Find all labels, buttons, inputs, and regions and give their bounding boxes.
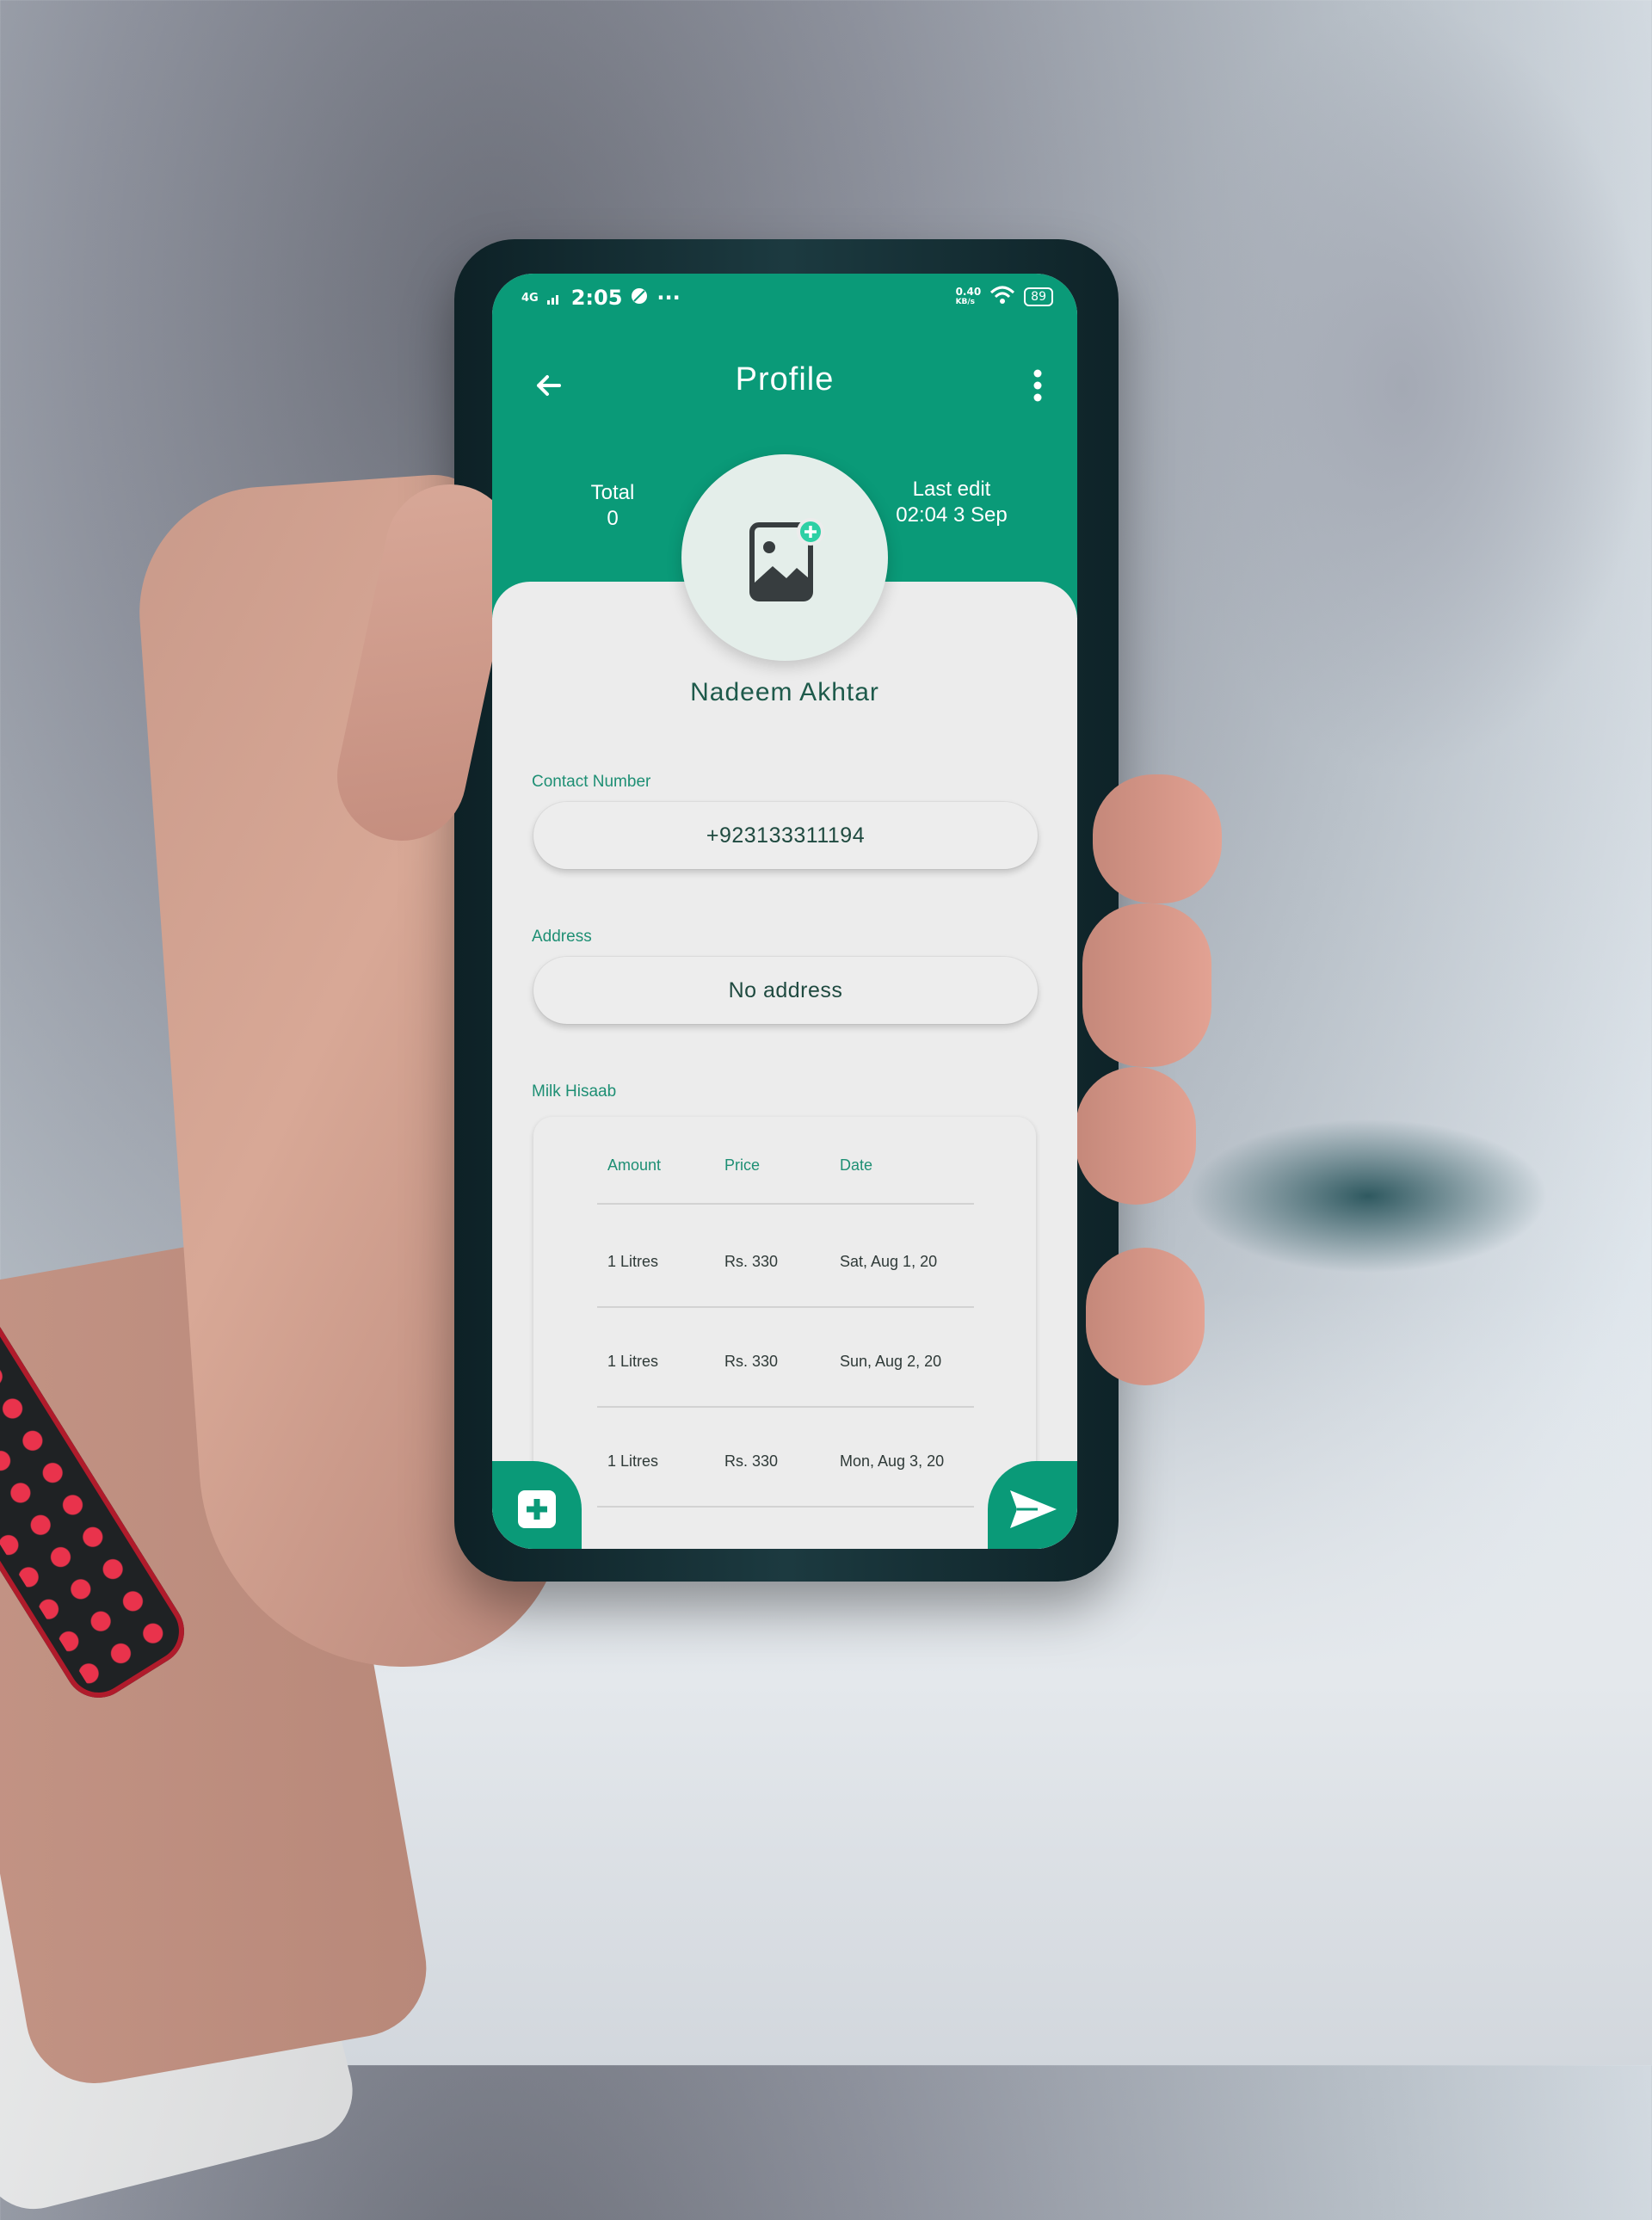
finger-4 (1086, 1248, 1205, 1385)
column-header-price: Price (724, 1156, 761, 1174)
battery-indicator: 89 (1024, 287, 1053, 306)
signal-icon (546, 286, 563, 310)
cell-amount: 1 Litres (607, 1253, 659, 1270)
more-vertical-icon (1033, 369, 1042, 402)
finger-2 (1082, 903, 1211, 1067)
milk-hisaab-label: Milk Hisaab (532, 1082, 617, 1101)
total-stat: Total 0 (544, 480, 681, 532)
table-divider (597, 1406, 974, 1408)
medical-plus-icon (518, 1490, 556, 1528)
table-divider (597, 1306, 974, 1308)
profile-photo-button[interactable] (681, 454, 888, 661)
table-divider (597, 1203, 974, 1205)
column-header-date: Date (840, 1156, 873, 1174)
net-speed-unit: KB/s (955, 298, 976, 306)
cell-date: Sun, Aug 2, 20 (840, 1353, 942, 1370)
total-value: 0 (607, 507, 619, 530)
network-label: 4G (521, 291, 539, 305)
net-speed: 0.40 (955, 286, 982, 298)
page-title: Profile (735, 361, 835, 398)
last-edit-label: Last edit (912, 478, 991, 501)
background-blur-car (1187, 1119, 1549, 1273)
contact-label: Contact Number (532, 773, 651, 791)
leaf-icon (631, 286, 648, 310)
cell-price: Rs. 330 (724, 1452, 779, 1470)
status-time: 2:05 (570, 286, 623, 310)
table-divider (597, 1506, 974, 1508)
address-label: Address (532, 928, 592, 946)
last-edit-stat: Last edit 02:04 3 Sep (857, 477, 1046, 528)
contact-number-field[interactable]: +923133311194 (533, 802, 1038, 869)
background-blur-top-right (1153, 0, 1652, 774)
profile-name: Nadeem Akhtar (690, 678, 879, 706)
cell-date: Sat, Aug 1, 20 (840, 1253, 938, 1270)
cell-date: Mon, Aug 3, 20 (840, 1452, 945, 1470)
total-label: Total (590, 481, 635, 504)
status-bar: 4G 2:05 ··· 0.40 KB/s 89 (492, 274, 1077, 322)
finger-3 (1076, 1067, 1196, 1205)
last-edit-value: 02:04 3 Sep (896, 503, 1008, 527)
app-bar: Profile (492, 351, 1077, 420)
cell-price: Rs. 330 (724, 1253, 779, 1270)
send-icon (1010, 1490, 1057, 1528)
address-field[interactable]: No address (533, 957, 1038, 1024)
wifi-icon (989, 286, 1015, 308)
cell-amount: 1 Litres (607, 1452, 659, 1470)
send-button[interactable] (988, 1461, 1077, 1549)
add-photo-icon (749, 518, 824, 601)
cell-amount: 1 Litres (607, 1353, 659, 1370)
milk-hisaab-table: Amount Price Date 1 Litres Rs. 330 Sat, … (533, 1117, 1036, 1549)
cell-price: Rs. 330 (724, 1353, 779, 1370)
add-entry-button[interactable] (492, 1461, 582, 1549)
phone-screen: 4G 2:05 ··· 0.40 KB/s 89 Profile Total 0… (492, 274, 1077, 1549)
finger-1 (1093, 774, 1222, 903)
more-options-button[interactable] (1027, 365, 1048, 406)
more-notifications-icon: ··· (656, 286, 681, 310)
column-header-amount: Amount (607, 1156, 662, 1174)
